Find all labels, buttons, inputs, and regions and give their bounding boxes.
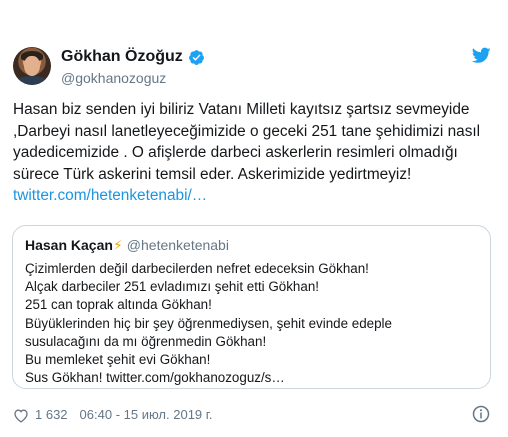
tweet-link[interactable]: twitter.com/hetenketenabi/… — [13, 187, 207, 204]
tweet-card: Gökhan Özoğuz @gokhanozoguz Hasan biz se… — [0, 0, 508, 437]
quoted-author-handle[interactable]: @hetenketenabi — [127, 236, 229, 254]
quoted-author-name[interactable]: Hasan Kaçan — [25, 236, 113, 254]
quoted-line: Alçak darbeciler 251 evladımızı şehit et… — [25, 279, 319, 295]
verified-badge-icon — [188, 49, 204, 65]
quoted-line: susulacağını da mı öğrenmedin Gökhan! — [25, 333, 267, 349]
quoted-line: Sus Gökhan! twitter.com/gokhanozoguz/s… — [25, 370, 285, 386]
quoted-line: Bu memleket şehit evi Gökhan! — [25, 352, 211, 368]
author-name-row[interactable]: Gökhan Özoğuz — [61, 47, 205, 67]
author-handle[interactable]: @gokhanozoguz — [61, 69, 166, 87]
author-name[interactable]: Gökhan Özoğuz — [61, 47, 183, 67]
quoted-line: Büyüklerinden hiç bir şey öğrenmediysen,… — [25, 315, 392, 331]
tweet-text: Hasan biz senden iyi biliriz Vatanı Mill… — [13, 99, 499, 207]
like-count[interactable]: 1 632 — [35, 406, 68, 424]
quoted-tweet[interactable]: Hasan Kaçan ⚡ @hetenketenabi Çizimlerden… — [12, 225, 491, 389]
info-icon[interactable] — [472, 405, 490, 423]
tweet-body: Hasan biz senden iyi biliriz Vatanı Mill… — [13, 101, 481, 183]
quoted-line: 251 can toprak altında Gökhan! — [25, 297, 212, 313]
tweet-footer: 1 632 06:40 - 15 июл. 2019 г. — [13, 406, 213, 424]
quoted-header: Hasan Kaçan ⚡ @hetenketenabi — [25, 236, 478, 254]
lightning-icon: ⚡ — [112, 237, 123, 253]
quoted-line: Çizimlerden değil darbecilerden nefret e… — [25, 261, 369, 276]
quoted-text: Çizimlerden değil darbecilerden nefret e… — [25, 260, 478, 387]
twitter-bird-icon[interactable] — [472, 47, 491, 64]
avatar[interactable] — [13, 47, 51, 85]
heart-icon[interactable] — [13, 408, 29, 423]
tweet-timestamp[interactable]: 06:40 - 15 июл. 2019 г. — [80, 406, 213, 424]
